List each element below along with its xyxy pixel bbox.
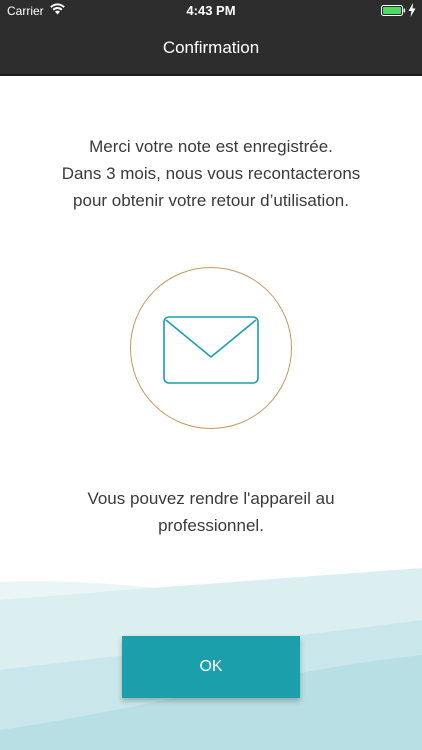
charging-bolt-icon: [408, 3, 416, 17]
confirmation-message: Merci votre note est enregistrée. Dans 3…: [0, 133, 422, 214]
envelope-icon: [163, 316, 259, 384]
confirmation-line-2: Dans 3 mois, nous vous recontacterons: [61, 164, 361, 183]
return-device-instruction: Vous pouvez rendre l'appareil au profess…: [0, 485, 422, 539]
page-title: Confirmation: [162, 38, 260, 57]
instruction-line-1: Vous pouvez rendre l'appareil au: [87, 489, 335, 508]
confirmation-line-3: pour obtenir votre retour d’utilisation.: [73, 191, 349, 210]
status-bar: Carrier 4:43 PM: [0, 0, 422, 22]
ok-button[interactable]: OK: [122, 636, 300, 698]
status-time: 4:43 PM: [186, 3, 236, 18]
battery-full-icon: [381, 5, 406, 16]
confirmation-line-1: Merci votre note est enregistrée.: [89, 137, 333, 156]
instruction-line-2: professionnel.: [158, 516, 264, 535]
header-bar: Carrier 4:43 PM Confirmation: [0, 0, 422, 76]
